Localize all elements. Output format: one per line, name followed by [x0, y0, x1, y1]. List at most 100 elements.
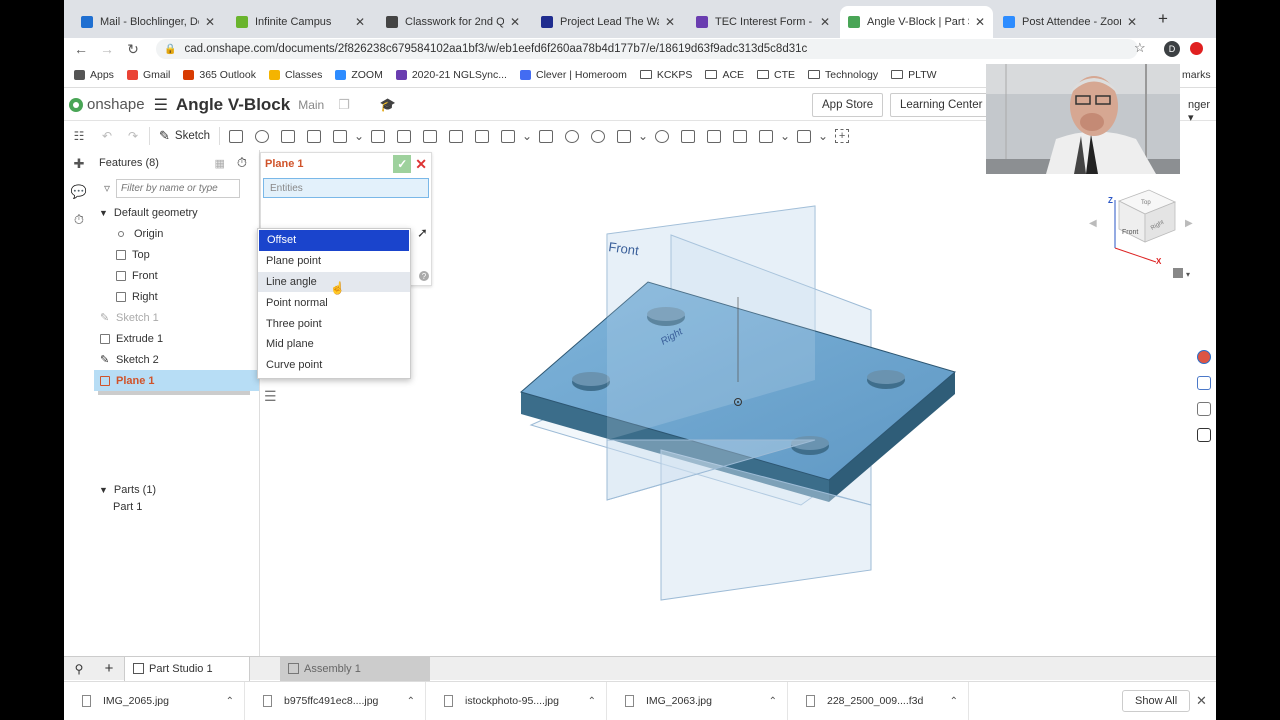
shell-icon[interactable]: [469, 125, 495, 147]
entities-field[interactable]: Entities: [263, 178, 429, 198]
other-bookmarks[interactable]: marks: [1182, 69, 1211, 81]
feature-item[interactable]: Origin: [94, 223, 259, 244]
download-item[interactable]: b975ffc491ec8....jpg ⌃: [245, 681, 426, 720]
modify-fillet-icon[interactable]: [675, 125, 701, 147]
add-more-icon[interactable]: +: [829, 125, 855, 147]
tab-assembly[interactable]: Assembly 1: [280, 656, 430, 681]
close-tab-icon[interactable]: ✕: [975, 15, 985, 29]
bookmark-item[interactable]: Classes: [268, 69, 322, 81]
chevron-up-icon[interactable]: ⌃: [769, 696, 777, 707]
appearance-icon[interactable]: [1197, 350, 1211, 364]
reload-icon[interactable]: ↻: [120, 41, 146, 58]
mirror-icon[interactable]: [533, 125, 559, 147]
sweep-icon[interactable]: [275, 125, 301, 147]
view-cube[interactable]: Top Front Right Z X: [1108, 189, 1177, 266]
draft-icon[interactable]: [417, 125, 443, 147]
download-item[interactable]: 228_2500_009....f3d ⌃: [788, 681, 969, 720]
profile-avatar[interactable]: D: [1164, 41, 1180, 57]
user-menu[interactable]: nger ▾: [1188, 99, 1216, 124]
help-icon[interactable]: ?: [419, 271, 429, 281]
forward-icon[interactable]: →: [94, 41, 120, 57]
browser-tab[interactable]: Angle V-Block | Part S ✕: [840, 6, 993, 38]
new-tab-icon[interactable]: +: [1158, 9, 1168, 29]
close-tab-icon[interactable]: ✕: [510, 15, 520, 29]
back-icon[interactable]: ←: [68, 41, 94, 57]
feature-list-toggle-icon[interactable]: ☷: [64, 125, 94, 147]
plane-type-option[interactable]: Plane point: [258, 251, 410, 272]
tab-part-studio[interactable]: Part Studio 1: [124, 656, 250, 681]
fillet-dropdown-icon[interactable]: ⌄: [353, 125, 365, 147]
cancel-x-icon[interactable]: ✕: [415, 156, 427, 173]
default-geometry-group[interactable]: ▼ Default geometry: [94, 202, 259, 223]
redo-icon[interactable]: ↷: [120, 125, 146, 147]
view-options-icon[interactable]: ▾: [1173, 268, 1190, 279]
plane-type-option[interactable]: Curve point: [258, 355, 410, 376]
download-item[interactable]: IMG_2065.jpg ⌃: [64, 681, 245, 720]
revolve-icon[interactable]: [249, 125, 275, 147]
download-item[interactable]: IMG_2063.jpg ⌃: [607, 681, 788, 720]
replace-face-icon[interactable]: [727, 125, 753, 147]
loft-icon[interactable]: [301, 125, 327, 147]
parts-header[interactable]: ▼ Parts (1): [94, 480, 260, 500]
browser-tab[interactable]: Infinite Campus ✕: [228, 6, 373, 38]
element-search-icon[interactable]: ⚲: [64, 662, 94, 676]
rollback-timer-icon[interactable]: ⏱: [237, 155, 247, 171]
bookmark-item[interactable]: ZOOM: [335, 69, 383, 81]
app-store-button[interactable]: App Store: [812, 93, 884, 117]
browser-tab[interactable]: TEC Interest Form - F ✕: [688, 6, 838, 38]
thicken-icon[interactable]: [327, 125, 353, 147]
view-arrow-right-icon[interactable]: ▶: [1185, 218, 1193, 229]
plane-type-option[interactable]: Mid plane: [258, 334, 410, 355]
bookmark-item[interactable]: ACE: [705, 69, 744, 81]
close-tab-icon[interactable]: ✕: [1127, 15, 1137, 29]
boolean-icon[interactable]: [559, 125, 585, 147]
chevron-up-icon[interactable]: ⌃: [588, 696, 596, 707]
part-item[interactable]: Part 1: [113, 501, 142, 513]
onshape-logo[interactable]: onshape: [69, 96, 145, 113]
feature-item[interactable]: Extrude 1: [94, 328, 259, 349]
document-title[interactable]: Angle V-Block: [176, 95, 290, 115]
history-icon[interactable]: ⏱: [64, 206, 94, 234]
add-element-icon[interactable]: +: [94, 660, 124, 677]
versions-icon[interactable]: ❐: [338, 97, 350, 113]
feature-item[interactable]: Top: [94, 244, 259, 265]
chevron-up-icon[interactable]: ⌃: [407, 696, 415, 707]
download-item[interactable]: istockphoto-95....jpg ⌃: [426, 681, 607, 720]
mass-properties-icon[interactable]: [1197, 402, 1211, 416]
move-face-icon[interactable]: [753, 125, 779, 147]
menu-icon[interactable]: ☰: [154, 95, 168, 115]
feature-item[interactable]: ✎ Sketch 2: [94, 349, 259, 370]
hole[interactable]: [572, 372, 610, 386]
plane-type-option[interactable]: Three point: [258, 313, 410, 334]
rollback-bar[interactable]: [98, 391, 250, 395]
view-arrow-left-icon[interactable]: ◀: [1089, 218, 1097, 229]
extrude-icon[interactable]: [223, 125, 249, 147]
feature-item[interactable]: Plane 1: [94, 370, 259, 391]
show-all-button[interactable]: Show All: [1122, 690, 1191, 712]
close-tab-icon[interactable]: ✕: [665, 15, 675, 29]
bookmark-item[interactable]: PLTW: [891, 69, 937, 81]
undo-icon[interactable]: ↶: [94, 125, 120, 147]
parts-panel-icon[interactable]: [1197, 376, 1211, 390]
plane-dropdown-icon[interactable]: ⌄: [779, 125, 791, 147]
flip-direction-icon[interactable]: ➚: [417, 225, 428, 241]
mate-connector-dropdown-icon[interactable]: ⌄: [817, 125, 829, 147]
plane-type-option[interactable]: Offset: [259, 230, 409, 251]
hole-icon[interactable]: [495, 125, 521, 147]
transform-dropdown-icon[interactable]: ⌄: [637, 125, 649, 147]
hole[interactable]: [867, 370, 905, 384]
split-icon[interactable]: [585, 125, 611, 147]
plane-type-option[interactable]: Point normal: [258, 292, 410, 313]
rib-icon[interactable]: [443, 125, 469, 147]
bookmark-star-icon[interactable]: ☆: [1134, 40, 1146, 56]
insert-icon[interactable]: ✚: [64, 150, 94, 178]
collapse-icon[interactable]: ▦: [214, 157, 224, 170]
offset-surface-icon[interactable]: [701, 125, 727, 147]
learning-cap-icon[interactable]: 🎓: [380, 97, 396, 113]
bookmark-item[interactable]: Apps: [74, 69, 114, 81]
sketch-button[interactable]: ✎ Sketch: [153, 128, 216, 144]
bookmark-item[interactable]: KCKPS: [639, 69, 692, 81]
mate-connector-icon[interactable]: [791, 125, 817, 147]
browser-tab[interactable]: Mail - Blochlinger, De ✕: [73, 6, 223, 38]
close-downloads-icon[interactable]: ✕: [1196, 693, 1207, 709]
